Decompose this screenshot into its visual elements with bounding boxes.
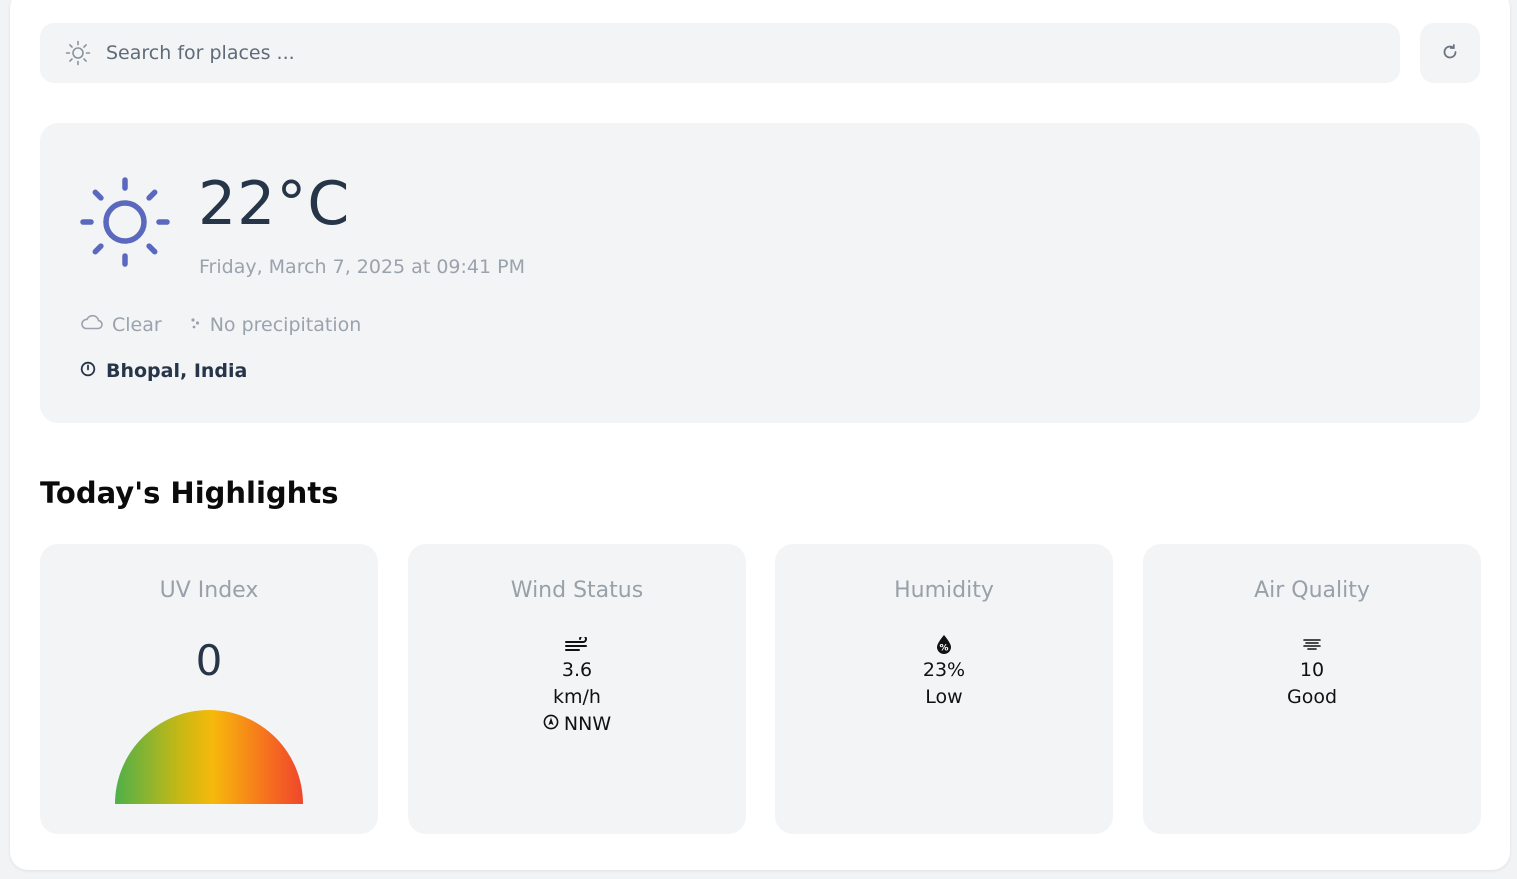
condition-row: Clear No precipitation xyxy=(80,313,361,336)
wind-unit: km/h xyxy=(553,686,601,708)
search-input[interactable] xyxy=(106,42,1306,64)
date-time: Friday, March 7, 2025 at 09:41 PM xyxy=(199,256,525,278)
humidity-card: Humidity % 23% Low xyxy=(775,544,1113,834)
haze-icon xyxy=(1303,634,1321,654)
air-quality-value: 10 xyxy=(1299,659,1325,681)
uv-index-value: 0 xyxy=(195,636,223,685)
highlights-title: Today's Highlights xyxy=(40,476,339,510)
location-label: Bhopal, India xyxy=(106,360,248,382)
air-quality-title: Air Quality xyxy=(1254,578,1370,603)
wind-speed: 3.6 xyxy=(561,659,593,681)
uv-index-card: UV Index 0 xyxy=(40,544,378,834)
sun-icon xyxy=(64,39,92,67)
location: Bhopal, India xyxy=(80,360,247,382)
compass-icon xyxy=(543,711,559,738)
uv-gauge xyxy=(115,710,303,804)
wind-icon xyxy=(564,634,590,654)
wind-status-title: Wind Status xyxy=(510,578,644,603)
cloud-icon xyxy=(80,313,104,336)
temperature: 22°C xyxy=(198,169,351,239)
wind-direction-label: NNW xyxy=(563,713,612,735)
refresh-icon xyxy=(1441,43,1459,64)
wind-status-card: Wind Status 3.6 km/h NNW xyxy=(408,544,746,834)
location-pin-icon xyxy=(80,360,96,382)
humidity-drop-icon: % xyxy=(935,634,953,654)
condition-label: Clear xyxy=(112,313,162,336)
svg-text:%: % xyxy=(939,644,948,654)
precipitation: No precipitation xyxy=(190,313,362,336)
sun-icon xyxy=(78,175,172,269)
humidity-title: Humidity xyxy=(894,578,994,603)
refresh-button[interactable] xyxy=(1420,23,1480,83)
air-quality-card: Air Quality 10 Good xyxy=(1143,544,1481,834)
wind-direction: NNW xyxy=(543,711,611,738)
air-quality-label: Good xyxy=(1286,686,1338,708)
current-weather-card: 22°C Friday, March 7, 2025 at 09:41 PM C… xyxy=(40,123,1480,423)
condition: Clear xyxy=(80,313,162,336)
humidity-value: 23% xyxy=(922,659,966,681)
precipitation-label: No precipitation xyxy=(209,313,362,336)
search-bar[interactable] xyxy=(40,23,1400,83)
app-container: 22°C Friday, March 7, 2025 at 09:41 PM C… xyxy=(10,0,1510,870)
uv-index-title: UV Index xyxy=(159,578,259,603)
raindrops-icon xyxy=(190,314,202,336)
humidity-label: Low xyxy=(925,686,963,708)
